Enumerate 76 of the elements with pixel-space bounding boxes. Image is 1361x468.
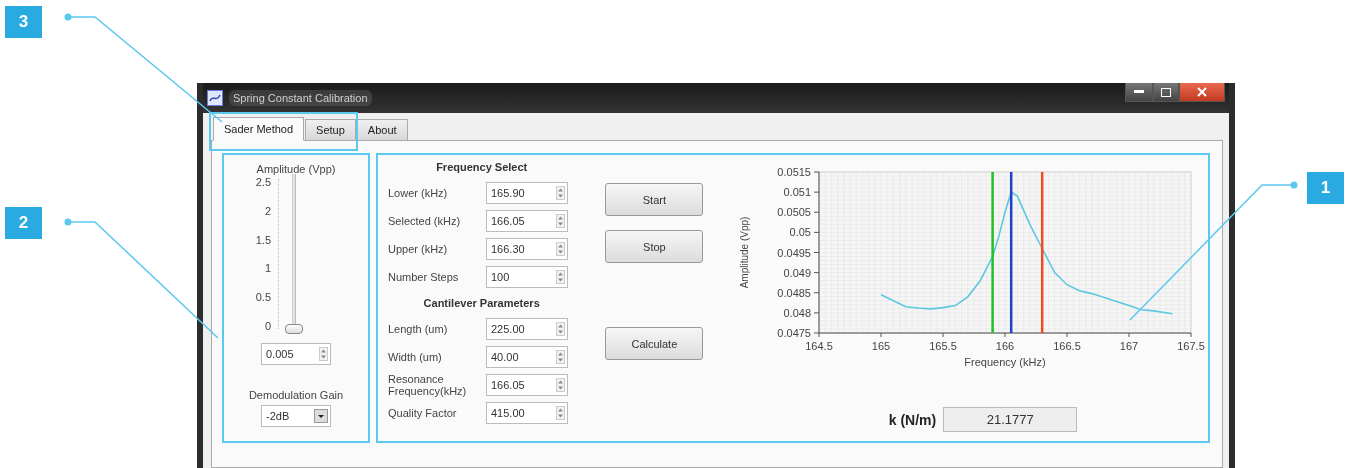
field-label: Quality Factor bbox=[388, 406, 458, 420]
number-field[interactable]: 225.00 bbox=[486, 318, 568, 340]
slider-thumb[interactable] bbox=[285, 323, 303, 334]
y-tick-label: 0.0505 bbox=[777, 206, 811, 219]
tab[interactable]: Setup bbox=[305, 119, 356, 140]
maximize-icon bbox=[1161, 87, 1171, 97]
field-label: Selected (kHz) bbox=[388, 214, 462, 228]
spin-arrows-icon[interactable] bbox=[556, 378, 565, 392]
section-heading: Frequency Select bbox=[436, 161, 528, 173]
number-field[interactable]: 40.00 bbox=[486, 346, 568, 368]
slider-tick-label: 2 bbox=[264, 204, 271, 217]
y-tick-label: 0.048 bbox=[783, 306, 811, 319]
callout-badge: 3 bbox=[5, 6, 42, 38]
y-axis-title: Amplitude (Vpp) bbox=[739, 216, 750, 289]
x-tick-label: 167.5 bbox=[1177, 340, 1205, 352]
slider-tick-label: 0.5 bbox=[255, 291, 271, 304]
callout-badge: 1 bbox=[1307, 172, 1344, 204]
amplitude-field[interactable]: 0.005 bbox=[261, 343, 331, 366]
y-tick-label: 0.05 bbox=[789, 226, 811, 239]
y-tick-label: 0.049 bbox=[783, 266, 811, 279]
spin-arrows-icon[interactable] bbox=[556, 322, 565, 336]
close-button[interactable] bbox=[1179, 83, 1225, 102]
close-icon bbox=[1197, 87, 1207, 97]
caret-icon bbox=[314, 409, 328, 424]
number-field[interactable]: 165.90 bbox=[486, 182, 568, 204]
action-button[interactable]: Start bbox=[605, 183, 704, 216]
spin-arrows-icon[interactable] bbox=[319, 347, 328, 362]
y-tick-label: 0.0515 bbox=[777, 166, 811, 178]
number-field[interactable]: 415.00 bbox=[486, 402, 568, 424]
tab[interactable]: Sader Method bbox=[213, 117, 305, 141]
y-tick-label: 0.051 bbox=[783, 186, 811, 199]
field-label: Resonance Frequency(kHz) bbox=[388, 372, 468, 398]
spin-arrows-icon[interactable] bbox=[556, 270, 565, 284]
window-title: Spring Constant Calibration bbox=[229, 90, 372, 106]
spin-arrows-icon[interactable] bbox=[556, 350, 565, 364]
action-button[interactable]: Calculate bbox=[605, 327, 704, 360]
spin-arrows-icon[interactable] bbox=[556, 242, 565, 256]
field-label: Length (um) bbox=[388, 322, 449, 336]
spin-arrows-icon[interactable] bbox=[556, 214, 565, 228]
x-tick-label: 166 bbox=[995, 340, 1015, 352]
slider-tick-label: 1.5 bbox=[255, 233, 271, 246]
x-tick-label: 165 bbox=[871, 340, 891, 352]
slider-tick-label: 2.5 bbox=[255, 176, 271, 189]
minimize-icon bbox=[1134, 90, 1144, 94]
field-label: Number Steps bbox=[388, 270, 460, 284]
x-tick-label: 166.5 bbox=[1053, 340, 1081, 352]
maximize-button[interactable] bbox=[1153, 83, 1179, 102]
number-field[interactable]: 166.05 bbox=[486, 210, 568, 232]
x-tick-label: 164.5 bbox=[805, 340, 833, 352]
spin-arrows-icon[interactable] bbox=[556, 406, 565, 420]
y-tick-label: 0.0475 bbox=[777, 327, 811, 339]
y-tick-label: 0.0485 bbox=[777, 286, 811, 299]
y-tick-label: 0.0495 bbox=[777, 246, 811, 259]
gain-label: Demodulation Gain bbox=[248, 389, 344, 402]
gain-dropdown[interactable]: -2dB bbox=[261, 405, 331, 428]
x-tick-label: 165.5 bbox=[929, 340, 957, 352]
field-label: Upper (kHz) bbox=[388, 242, 449, 256]
number-field[interactable]: 166.05 bbox=[486, 374, 568, 396]
result-value: 21.1777 bbox=[943, 407, 1078, 432]
amplitude-label: Amplitude (Vpp) bbox=[256, 163, 336, 176]
slider-tick-label: 1 bbox=[264, 262, 271, 275]
field-label: Width (um) bbox=[388, 350, 443, 364]
result-label: k (N/m) bbox=[888, 411, 937, 428]
number-field[interactable]: 166.30 bbox=[486, 238, 568, 260]
number-field[interactable]: 100 bbox=[486, 266, 568, 288]
x-axis-title: Frequency (kHz) bbox=[964, 356, 1046, 368]
x-tick-label: 167 bbox=[1119, 340, 1139, 352]
slider-tick-label: 0 bbox=[264, 320, 271, 333]
spin-arrows-icon[interactable] bbox=[556, 186, 565, 200]
minimize-button[interactable] bbox=[1125, 83, 1153, 102]
tab[interactable]: About bbox=[356, 119, 408, 140]
action-button[interactable]: Stop bbox=[605, 230, 704, 263]
field-label: Lower (kHz) bbox=[388, 186, 449, 200]
section-heading: Cantilever Parameters bbox=[423, 297, 540, 309]
callout-badge: 2 bbox=[5, 207, 42, 239]
app-icon bbox=[207, 90, 223, 106]
